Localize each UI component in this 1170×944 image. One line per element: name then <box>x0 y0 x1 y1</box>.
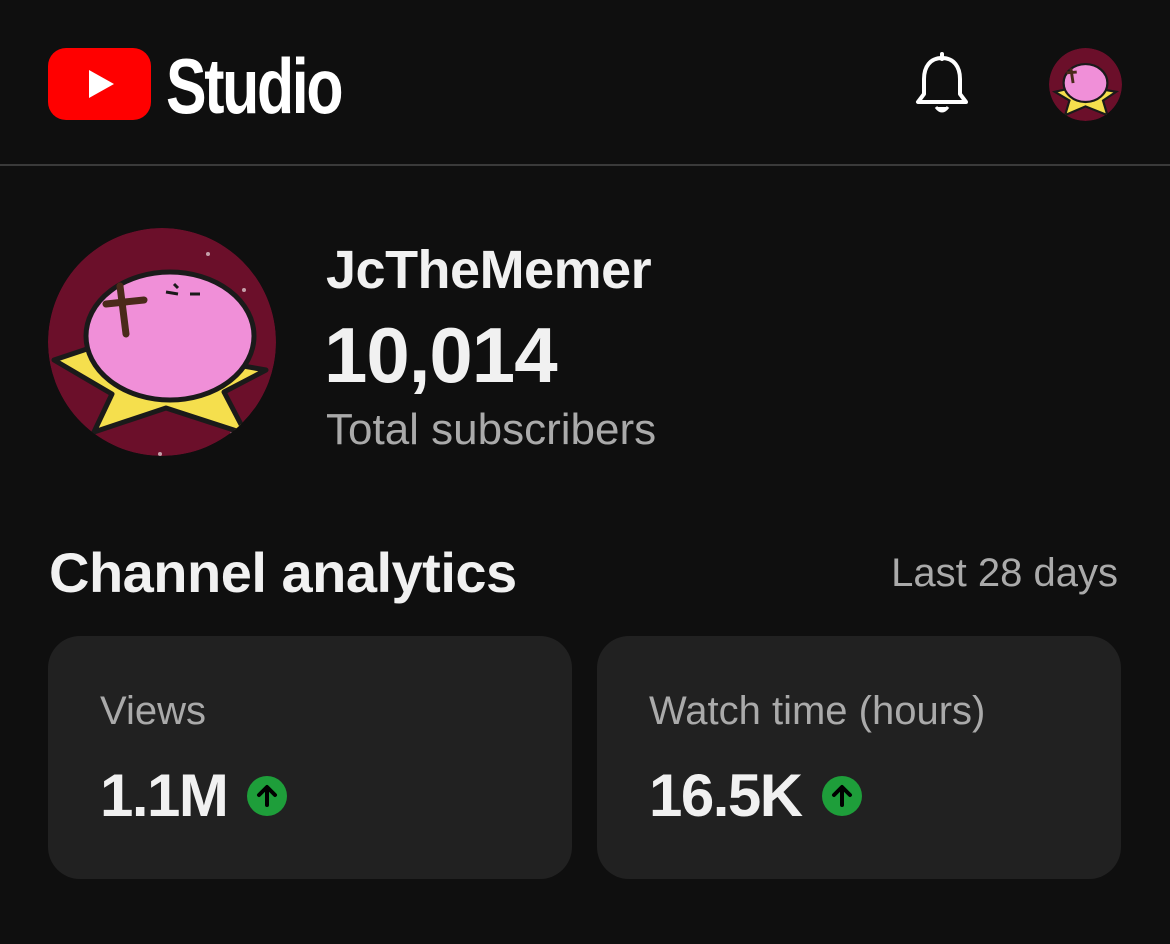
views-value: 1.1M <box>100 762 229 829</box>
studio-wordmark: Studio <box>166 42 344 130</box>
watch-time-card[interactable]: Watch time (hours) 16.5K <box>597 636 1121 879</box>
watch-time-value: 16.5K <box>649 762 803 829</box>
youtube-logo[interactable] <box>48 48 151 120</box>
channel-name: JcTheMemer <box>326 240 652 300</box>
bell-icon[interactable] <box>912 52 972 118</box>
account-avatar[interactable] <box>1049 48 1122 121</box>
views-label: Views <box>100 689 206 733</box>
watch-time-label: Watch time (hours) <box>649 689 986 733</box>
trend-up-icon <box>247 776 288 816</box>
trend-up-icon <box>821 776 862 816</box>
top-app-bar: Studio <box>0 0 1170 166</box>
watch-time-value-row: 16.5K <box>649 761 862 831</box>
youtube-play-icon <box>89 70 114 98</box>
views-card[interactable]: Views 1.1M <box>48 636 572 879</box>
subscriber-label: Total subscribers <box>326 405 657 454</box>
channel-avatar[interactable] <box>48 228 276 456</box>
analytics-title: Channel analytics <box>49 541 517 604</box>
subscriber-count: 10,014 <box>324 311 558 399</box>
analytics-period[interactable]: Last 28 days <box>891 548 1118 598</box>
views-value-row: 1.1M <box>100 761 288 831</box>
